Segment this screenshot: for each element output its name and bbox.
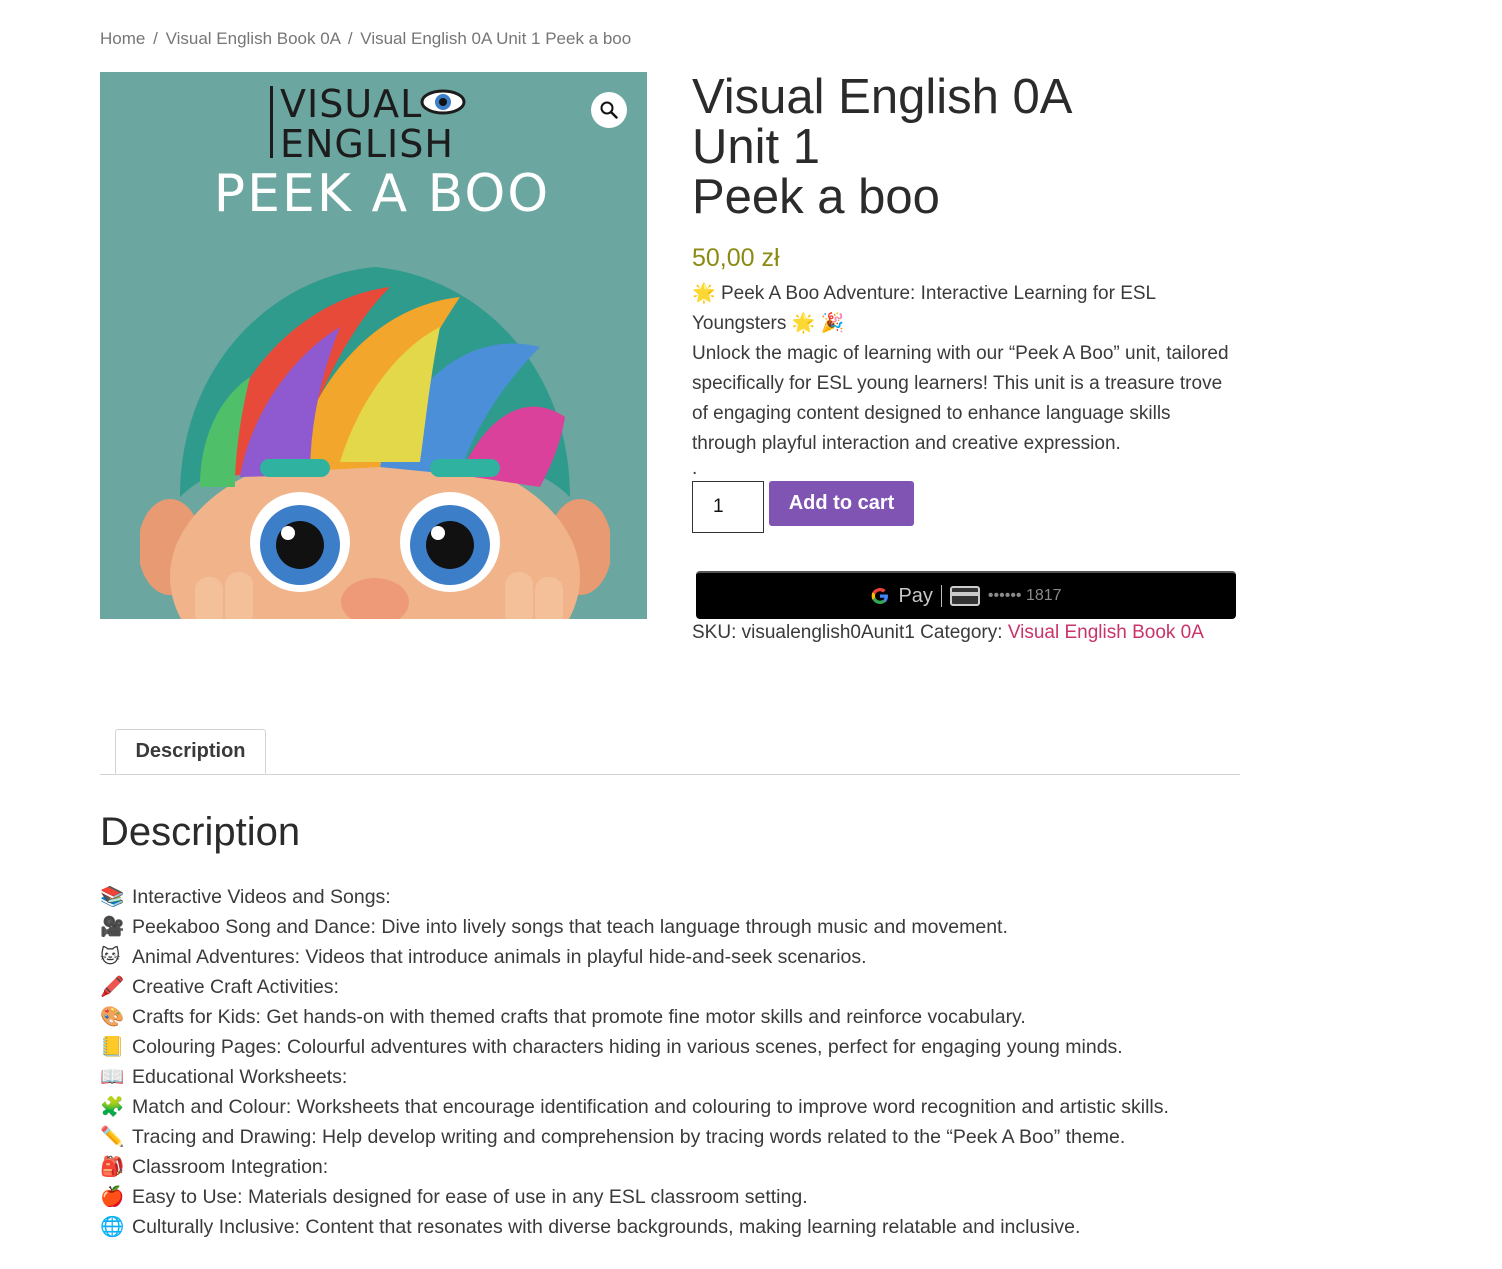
list-item: 🧩 Match and Colour: Worksheets that encou… [100,1092,1240,1122]
list-item-text: Peekaboo Song and Dance: Dive into livel… [132,916,1008,938]
party-popper-icon: 🎉 [820,313,845,334]
sku-label: SKU: [692,622,737,643]
short-heading: Peek A Boo Adventure: Interactive Learni… [692,283,1156,334]
category-link[interactable]: Visual English Book 0A [1008,622,1204,643]
product-summary: Visual English 0A Unit 1 Peek a boo 50,0… [692,72,1240,644]
apple-icon: 🍎 [100,1186,125,1208]
list-item-text: Interactive Videos and Songs: [132,886,391,908]
magnifier-icon [600,101,618,119]
open-book-icon: 📖 [100,1066,125,1088]
add-to-cart-form: Add to cart [692,481,1240,533]
list-item-text: Colouring Pages: Colourful adventures wi… [132,1036,1123,1058]
backpack-icon: 🎒 [100,1156,125,1178]
add-to-cart-button[interactable]: Add to cart [769,481,914,526]
product-image[interactable]: VISUAL ENGLISH PEEK A BOO [100,72,647,619]
list-item: ✏️ Tracing and Drawing: Help develop writ… [100,1122,1240,1152]
books-icon: 📚 [100,886,125,908]
cover-brand-bar [270,86,273,158]
cover-brand-line1: VISUAL [280,82,423,126]
sun-icon: 🌟 [791,313,816,334]
google-pay-button[interactable]: Pay •••••• 1817 [696,571,1236,619]
credit-card-icon [949,586,980,606]
list-item: 🎒 Classroom Integration: [100,1152,1240,1182]
card-digits: •••••• 1817 [987,587,1062,604]
crayon-icon: 🖍️ [100,976,125,998]
list-item-text: Easy to Use: Materials designed for ease… [132,1186,808,1208]
puzzle-piece-icon: 🧩 [100,1096,125,1118]
product-title: Visual English 0A Unit 1 Peek a boo [692,72,1240,222]
description-heading: Description [100,810,301,854]
cover-title: PEEK A BOO [213,164,551,224]
list-item: 🖍️ Creative Craft Activities: [100,972,1240,1002]
google-g-icon [872,588,889,604]
gpay-divider [940,585,942,607]
breadcrumb-current: Visual English 0A Unit 1 Peek a boo [360,29,632,48]
category-label: Category: [920,622,1003,643]
feature-list: 📚 Interactive Videos and Songs: 🎥 Peekaboo… [100,882,1240,1242]
peekaboo-character-illustration [140,267,610,619]
list-item: 📖 Educational Worksheets: [100,1062,1240,1092]
list-item-text: Educational Worksheets: [132,1066,348,1088]
list-item: 🍎 Easy to Use: Materials designed for eas… [100,1182,1240,1212]
short-description: 🌟 Peek A Boo Adventure: Interactive Lear… [692,279,1240,459]
list-item: 🎥 Peekaboo Song and Dance: Dive into live… [100,912,1240,942]
sun-icon: 🌟 [692,283,716,304]
short-body: Unlock the magic of learning with our “P… [692,343,1229,454]
quantity-input[interactable] [692,481,764,533]
eye-logo-icon [420,89,466,115]
cat-face-icon: 🐱 [100,946,121,968]
video-camera-icon: 🎥 [100,916,125,938]
product-tabs: Description [100,729,1240,775]
breadcrumb-separator: / [347,29,353,48]
separator-dot: . [692,458,698,479]
product-title-line3: Peek a boo [692,170,940,224]
cover-brand-line2: ENGLISH [280,122,454,166]
product-title-line2: Unit 1 [692,120,821,174]
list-item-text: Tracing and Drawing: Help develop writin… [132,1126,1126,1148]
pencil-icon: ✏️ [100,1126,125,1148]
list-item: 📒 Colouring Pages: Colourful adventures w… [100,1032,1240,1062]
breadcrumb-home-link[interactable]: Home [100,29,145,48]
product-price: 50,00 zł [692,244,780,272]
breadcrumb: Home / Visual English Book 0A / Visual E… [100,29,631,49]
list-item: 🌐 Culturally Inclusive: Content that reso… [100,1212,1240,1242]
notebook-icon: 📒 [100,1036,125,1058]
list-item-text: Classroom Integration: [132,1156,329,1178]
list-item-text: Creative Craft Activities: [132,976,339,998]
list-item: 🐱 Animal Adventures: Videos that introduc… [100,942,1240,972]
breadcrumb-separator: / [153,29,158,48]
list-item: 📚 Interactive Videos and Songs: [100,882,1240,912]
palette-icon: 🎨 [100,1006,125,1028]
list-item-text: Culturally Inclusive: Content that reson… [132,1216,1081,1238]
zoom-button[interactable] [591,92,627,128]
description-panel: Description 📚 Interactive Videos and Song… [100,808,1240,1242]
list-item: 🎨 Crafts for Kids: Get hands-on with them… [100,1002,1240,1032]
product-page: Home / Visual English Book 0A / Visual E… [0,0,1502,1269]
list-item-text: Match and Colour: Worksheets that encour… [132,1096,1169,1118]
sku-value: visualenglish0Aunit1 [741,622,915,643]
globe-icon: 🌐 [100,1216,125,1238]
product-title-line1: Visual English 0A [692,70,1073,124]
list-item-text: Crafts for Kids: Get hands-on with theme… [132,1006,1026,1028]
gpay-label: Pay [898,584,933,607]
product-meta: SKU: visualenglish0Aunit1 Category: Visu… [692,622,1240,644]
tab-description[interactable]: Description [115,729,266,774]
list-item-text: Animal Adventures: Videos that introduce… [132,946,867,968]
breadcrumb-category-link[interactable]: Visual English Book 0A [166,29,341,48]
